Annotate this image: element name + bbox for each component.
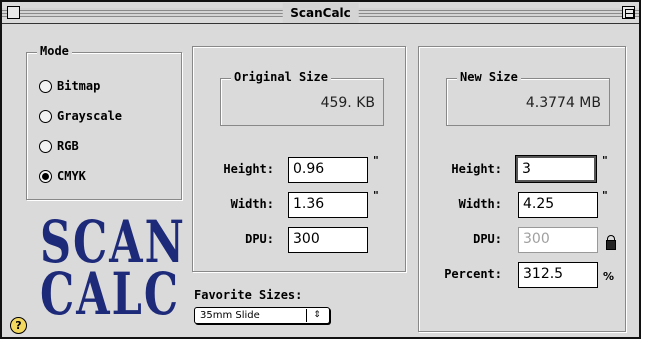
new-width-label: Width:: [458, 197, 502, 211]
mode-option-label: Grayscale: [57, 109, 123, 123]
original-dpu-field[interactable]: 300: [288, 227, 368, 253]
lock-icon[interactable]: [606, 235, 616, 250]
radio-button-icon[interactable]: [39, 139, 52, 153]
original-dpu-label: DPU:: [245, 232, 274, 246]
mode-option-cmyk[interactable]: CMYK: [39, 169, 86, 183]
original-size-box: Original Size 459. KB: [220, 70, 384, 126]
new-size-label: New Size: [457, 70, 521, 84]
new-size-value: 4.3774 MB: [525, 95, 601, 111]
mode-group: Mode Bitmap Grayscale RGB CMYK: [26, 44, 182, 200]
new-dpu-label: DPU:: [473, 232, 502, 246]
mode-option-grayscale[interactable]: Grayscale: [39, 109, 122, 123]
help-icon[interactable]: ?: [10, 317, 27, 334]
favorite-sizes-label: Favorite Sizes:: [194, 288, 303, 302]
mode-group-label: Mode: [37, 44, 72, 58]
original-height-label: Height:: [223, 162, 274, 176]
original-width-label: Width:: [230, 197, 274, 211]
original-height-field[interactable]: 0.96: [288, 157, 368, 183]
original-size-value: 459. KB: [320, 95, 375, 111]
scancalc-logo-line2: CALC: [40, 261, 181, 329]
new-percent-label: Percent:: [444, 267, 502, 281]
window-title: ScanCalc: [282, 3, 359, 23]
radio-button-icon[interactable]: [39, 79, 52, 93]
close-box-icon[interactable]: [7, 6, 20, 19]
inch-unit: ": [373, 154, 379, 167]
new-size-box: New Size 4.3774 MB: [446, 70, 610, 126]
mode-option-bitmap[interactable]: Bitmap: [39, 79, 100, 93]
mode-option-label: Bitmap: [57, 79, 101, 93]
new-height-field[interactable]: 3: [515, 155, 597, 183]
inch-unit: ": [373, 189, 379, 202]
inch-unit: ": [602, 189, 608, 202]
percent-unit: %: [603, 270, 615, 283]
zoom-box-icon[interactable]: [622, 6, 635, 19]
popup-arrows-icon: ⇕: [306, 309, 327, 322]
new-dpu-field: 300: [518, 227, 598, 253]
mode-option-rgb[interactable]: RGB: [39, 139, 79, 153]
inch-unit: ": [602, 154, 608, 167]
mode-option-label: RGB: [57, 139, 79, 153]
scancalc-window: ScanCalc Mode Bitmap Grayscale RGB CMYK …: [0, 0, 641, 339]
new-height-label: Height:: [451, 162, 502, 176]
favorite-sizes-popup[interactable]: 35mm Slide ⇕: [194, 307, 330, 324]
new-percent-field[interactable]: 312.5: [518, 262, 598, 288]
radio-button-icon[interactable]: [39, 109, 52, 123]
favorite-sizes-value: 35mm Slide: [200, 310, 260, 321]
title-bar[interactable]: ScanCalc: [2, 2, 639, 24]
mode-option-label: CMYK: [57, 169, 86, 183]
new-width-field[interactable]: 4.25: [518, 192, 598, 218]
radio-button-selected-icon[interactable]: [39, 169, 52, 183]
original-width-field[interactable]: 1.36: [288, 192, 368, 218]
original-size-label: Original Size: [231, 70, 331, 84]
